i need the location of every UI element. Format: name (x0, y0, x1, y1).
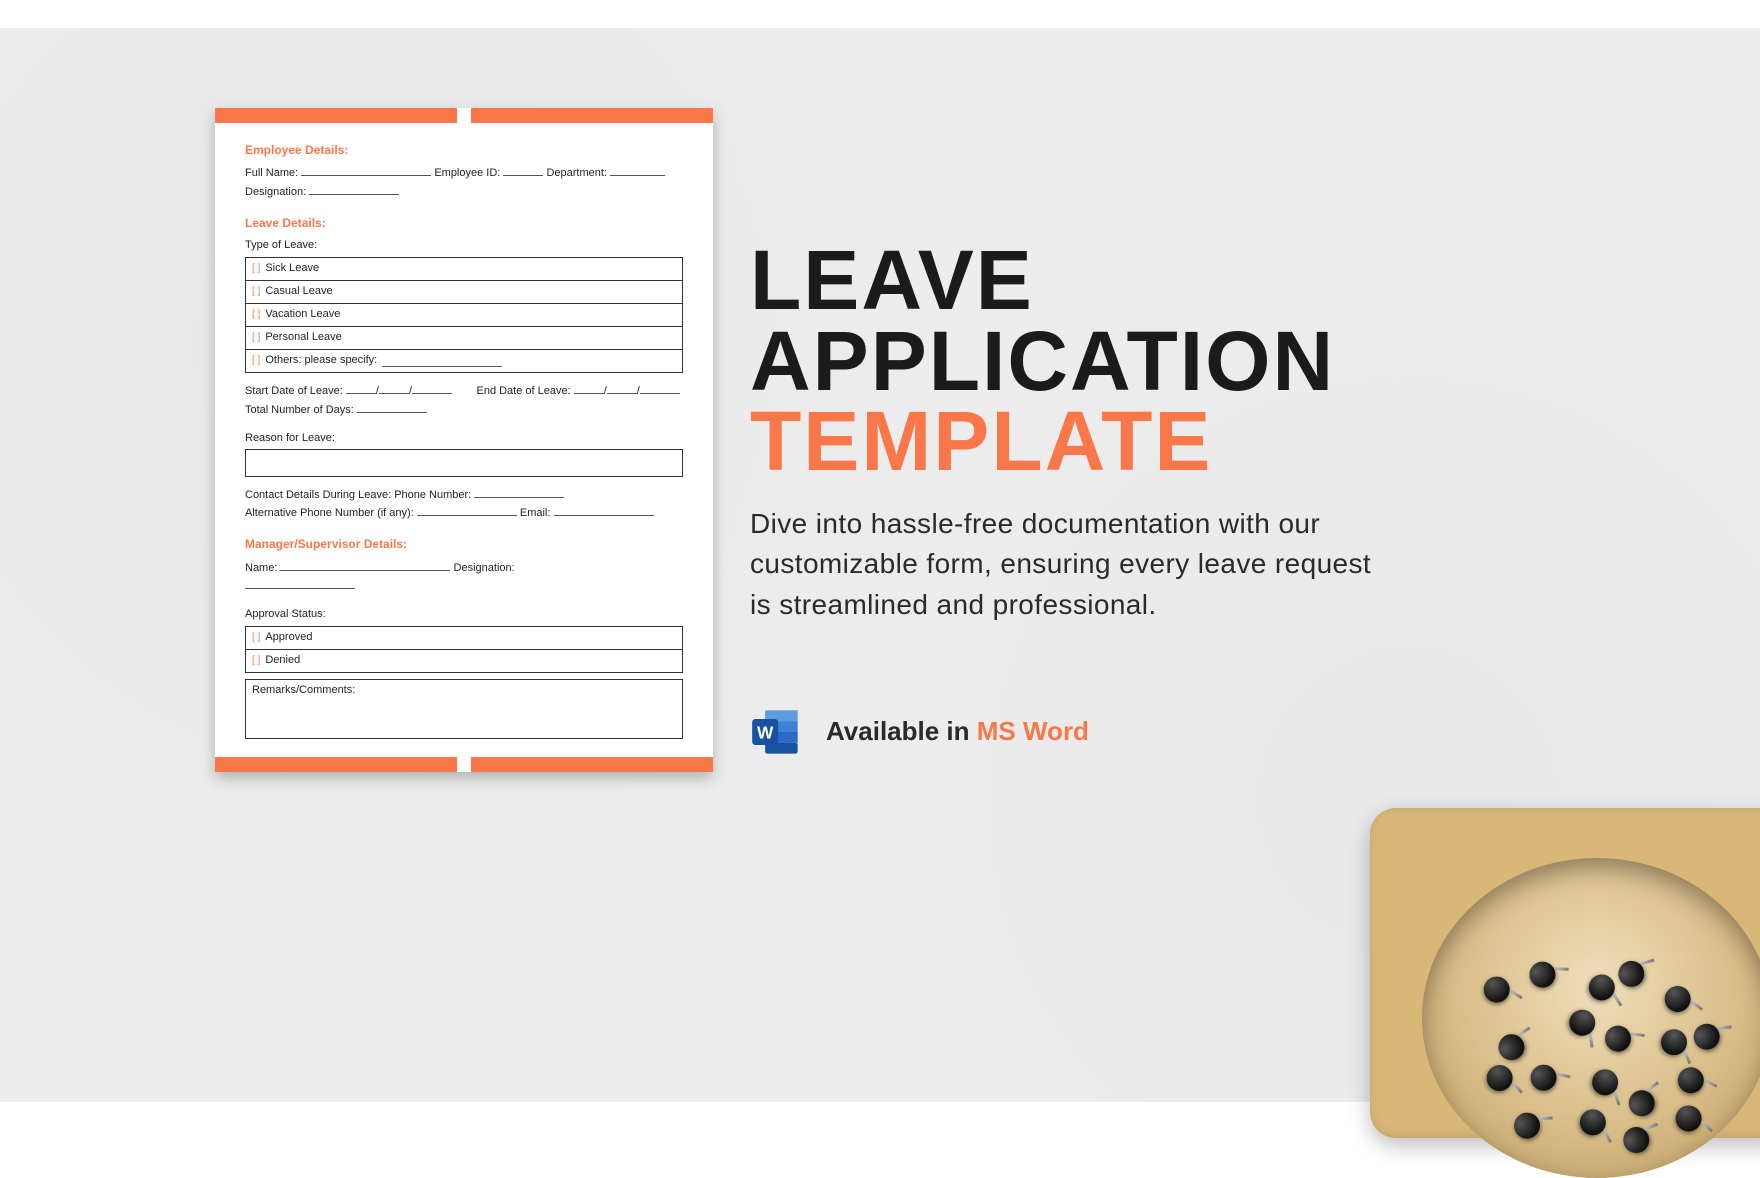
leave-option: Vacation Leave (265, 307, 340, 323)
remarks-box: Remarks/Comments: (245, 679, 683, 739)
reason-label: Reason for Leave: (245, 431, 683, 447)
checkbox-icon: [ ] (252, 354, 260, 369)
document-preview: Employee Details: Full Name: Employee ID… (215, 108, 713, 772)
manager-name-label: Name: (245, 562, 277, 574)
designation-label: Designation: (245, 186, 306, 198)
total-days-label: Total Number of Days: (245, 404, 354, 416)
title-line-accent: TEMPLATE (750, 401, 1570, 482)
department-label: Department: (546, 167, 607, 179)
availability-prefix: Available in (826, 716, 977, 746)
wooden-bowl (1422, 858, 1760, 1178)
svg-text:W: W (757, 722, 774, 742)
blank-underline (574, 383, 604, 394)
blank-underline (554, 505, 654, 516)
push-pins-prop (1370, 758, 1760, 1138)
blank-underline (503, 165, 543, 176)
checkbox-icon: [ ] (252, 331, 260, 346)
blank-underline (357, 402, 427, 413)
availability-row: W Available in MS Word (750, 706, 1570, 758)
blank-underline (346, 383, 376, 394)
checkbox-icon: [ ] (252, 308, 260, 323)
field-line: Name: Designation: (245, 560, 683, 577)
doc-content: Employee Details: Full Name: Employee ID… (215, 123, 713, 751)
field-line: Contact Details During Leave: Phone Numb… (245, 487, 683, 504)
approval-status-label: Approval Status: (245, 607, 683, 623)
checkbox-icon: [ ] (252, 631, 260, 646)
blank-underline (412, 383, 452, 394)
template-description: Dive into hassle-free documentation with… (750, 504, 1400, 626)
push-pins-cluster (1422, 858, 1760, 1178)
start-date-label: Start Date of Leave: (245, 385, 343, 397)
field-line: Total Number of Days: (245, 402, 683, 419)
template-title: LEAVE APPLICATION TEMPLATE (750, 240, 1570, 482)
checkbox-icon: [ ] (252, 654, 260, 669)
table-row: [ ] Personal Leave (246, 327, 682, 350)
type-of-leave-label: Type of Leave: (245, 238, 683, 254)
leave-option: Casual Leave (265, 284, 332, 300)
approval-option: Denied (265, 653, 300, 669)
leave-option: Sick Leave (265, 261, 319, 277)
blank-underline (607, 383, 637, 394)
blank-underline (309, 184, 399, 195)
blank-underline (301, 165, 431, 176)
contact-label: Contact Details During Leave: Phone Numb… (245, 489, 471, 501)
availability-accent: MS Word (977, 716, 1089, 746)
blank-underline (474, 487, 564, 498)
alt-phone-label: Alternative Phone Number (if any): (245, 507, 414, 519)
leave-type-table: [ ] Sick Leave [ ] Casual Leave [ ] Vaca… (245, 257, 683, 373)
table-row: [ ] Sick Leave (246, 258, 682, 281)
table-row: [ ] Approved (246, 627, 682, 650)
manager-designation-label: Designation: (454, 562, 515, 574)
ms-word-icon: W (750, 706, 802, 758)
table-row: [ ] Denied (246, 650, 682, 672)
field-line: Start Date of Leave: // End Date of Leav… (245, 383, 683, 400)
leave-option: Others: please specify: (265, 353, 377, 369)
blank-underline (379, 383, 409, 394)
blank-underline (245, 579, 355, 590)
fullname-label: Full Name: (245, 167, 298, 179)
email-label: Email: (520, 507, 551, 519)
employeeid-label: Employee ID: (434, 167, 500, 179)
table-row: [ ] Vacation Leave (246, 304, 682, 327)
table-row: [ ] Casual Leave (246, 281, 682, 304)
leave-option: Personal Leave (265, 330, 341, 346)
remarks-label: Remarks/Comments: (252, 684, 355, 696)
approval-table: [ ] Approved [ ] Denied (245, 626, 683, 673)
blank-underline (640, 383, 680, 394)
section-heading-manager: Manager/Supervisor Details: (245, 536, 683, 553)
checkbox-icon: [ ] (252, 285, 260, 300)
field-line: Full Name: Employee ID: Department: (245, 165, 683, 182)
section-heading-employee: Employee Details: (245, 142, 683, 159)
blank-underline (417, 505, 517, 516)
blank-underline (610, 165, 665, 176)
field-line: Alternative Phone Number (if any): Email… (245, 505, 683, 522)
table-row: [ ] Others: please specify: (246, 350, 682, 372)
reason-box (245, 449, 683, 477)
end-date-label: End Date of Leave: (476, 385, 570, 397)
approval-option: Approved (265, 630, 312, 646)
blank-underline (280, 560, 450, 571)
availability-text: Available in MS Word (826, 716, 1089, 747)
checkbox-icon: [ ] (252, 262, 260, 277)
field-line: Designation: (245, 184, 683, 201)
section-heading-leave: Leave Details: (245, 215, 683, 232)
blank-underline (382, 356, 502, 367)
doc-bottom-bar (215, 757, 713, 772)
marketing-text: LEAVE APPLICATION TEMPLATE Dive into has… (750, 240, 1570, 758)
doc-top-bar (215, 108, 713, 123)
